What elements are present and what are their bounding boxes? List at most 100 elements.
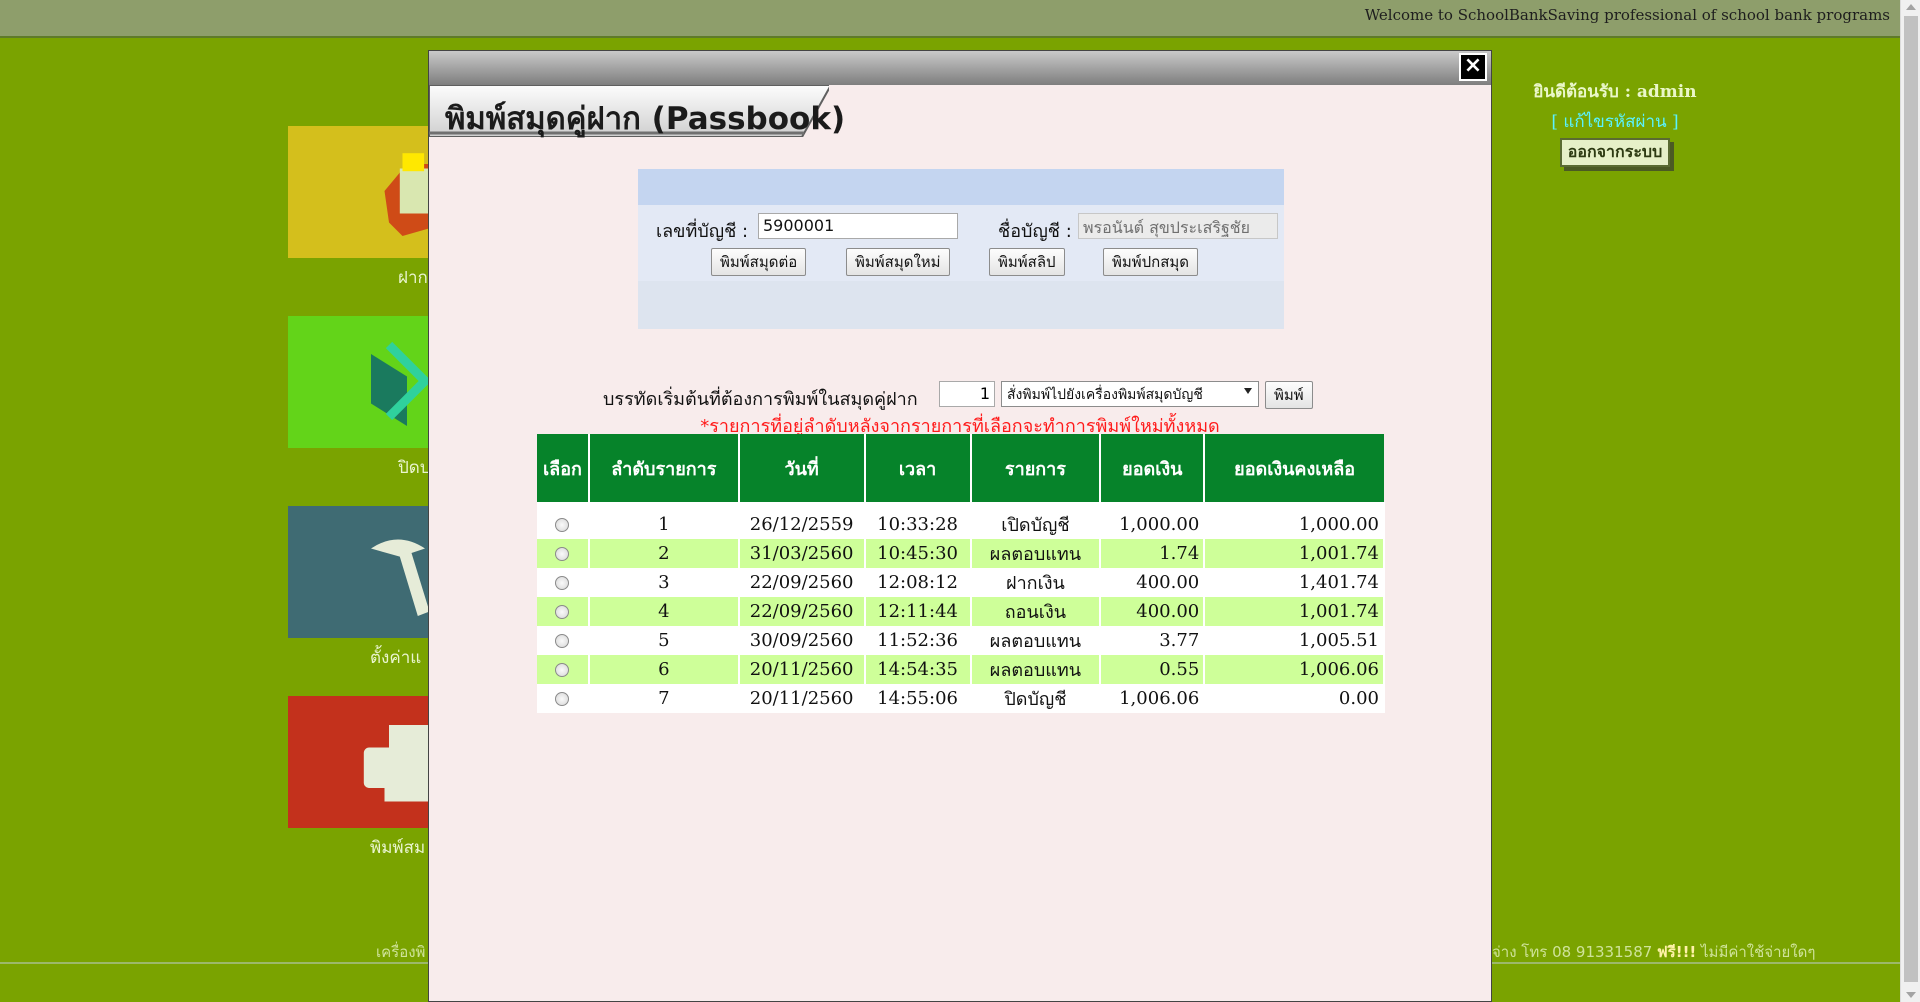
row-amount: 1,000.00 [1100,510,1206,539]
row-radio[interactable] [555,663,570,677]
header-amount: ยอดเงิน [1100,434,1206,502]
header-description: รายการ [970,434,1102,502]
footer-right-text: จ่าง โทร 08 91331587 ฟรี!!! ไม่มีค่าใช้จ… [1492,940,1815,964]
header-sequence: ลำดับรายการ [588,434,740,502]
row-radio[interactable] [555,547,570,561]
row-amount: 1.74 [1100,539,1206,568]
row-amount: 400.00 [1100,597,1206,626]
row-select-cell[interactable] [537,655,590,684]
menu-tile-settings[interactable] [288,506,438,638]
table-row[interactable]: 3 22/09/2560 12:08:12 ฝากเงิน 400.00 1,4… [537,568,1385,597]
table-row[interactable]: 7 20/11/2560 14:55:06 ปิดบัญชี 1,006.06 … [537,684,1385,713]
footer-contact: จ่าง โทร 08 91331587 [1492,943,1658,961]
row-description: ผลตอบแทน [970,539,1102,568]
row-date: 20/11/2560 [738,655,866,684]
footer-free: ฟรี!!! [1657,943,1697,961]
passbook-modal: × พิมพ์สมุดคู่ฝาก (Passbook) เลขที่บัญชี… [428,50,1492,1002]
print-slip-button[interactable]: พิมพ์สลิป [989,248,1065,276]
table-row[interactable]: 1 26/12/2559 10:33:28 เปิดบัญชี 1,000.00… [537,510,1385,539]
row-date: 20/11/2560 [738,684,866,713]
print-new-book-button[interactable]: พิมพ์สมุดใหม่ [846,248,950,276]
row-date: 31/03/2560 [738,539,866,568]
greeting: ยินดีต้อนรับ : admin [1533,82,1697,102]
money-bag-icon [384,153,434,236]
account-panel-header [638,169,1284,205]
page-scrollbar[interactable] [1900,0,1920,1002]
row-date: 30/09/2560 [738,626,866,655]
header-time: เวลา [864,434,972,502]
row-radio[interactable] [555,518,570,532]
table-row[interactable]: 6 20/11/2560 14:54:35 ผลตอบแทน 0.55 1,00… [537,655,1385,684]
menu-tile-settings-label: ตั้งค่าแ [370,648,422,668]
start-line-input[interactable]: 1 [939,381,995,407]
row-amount: 3.77 [1100,626,1206,655]
row-radio[interactable] [555,576,570,590]
scroll-thumb[interactable] [1904,16,1918,982]
table-row[interactable]: 2 31/03/2560 10:45:30 ผลตอบแทน 1.74 1,00… [537,539,1385,568]
account-panel-footer [638,281,1284,329]
modal-title: พิมพ์สมุดคู่ฝาก (Passbook) [445,101,846,137]
row-select-cell[interactable] [537,568,590,597]
modal-title-tab: พิมพ์สมุดคู่ฝาก (Passbook) [429,85,845,137]
account-row: เลขที่บัญชี : 5900001 ชื่อบัญชี : พรอนัน… [638,211,1284,242]
row-time: 10:33:28 [864,510,972,539]
row-balance: 1,000.00 [1204,510,1385,539]
close-icon[interactable]: × [1459,53,1487,81]
modal-header: × [429,51,1491,85]
row-select-cell[interactable] [537,626,590,655]
top-bar: Welcome to SchoolBankSaving professional… [0,0,1900,38]
row-sequence: 1 [588,510,740,539]
printer-select-value: สั่งพิมพ์ไปยังเครื่องพิมพ์สมุดบัญชี [1007,387,1203,403]
menu-tile-close-account[interactable] [288,316,438,448]
row-select-cell[interactable] [537,510,590,539]
table-row[interactable]: 5 30/09/2560 11:52:36 ผลตอบแทน 3.77 1,00… [537,626,1385,655]
row-select-cell[interactable] [537,539,590,568]
account-panel: เลขที่บัญชี : 5900001 ชื่อบัญชี : พรอนัน… [638,169,1284,329]
print-continue-book-button[interactable]: พิมพ์สมุดต่อ [711,248,807,276]
row-time: 11:52:36 [864,626,972,655]
row-sequence: 3 [588,568,740,597]
menu-tile-deposit-label: ฝาก [398,268,428,288]
row-select-cell[interactable] [537,684,590,713]
row-time: 12:11:44 [864,597,972,626]
transactions-table: เลือก ลำดับรายการ วันที่ เวลา รายการ ยอด… [537,434,1385,713]
logout-button[interactable]: ออกจากระบบ [1559,138,1671,167]
menu-tile-print-book[interactable] [288,696,438,828]
row-sequence: 4 [588,597,740,626]
row-radio[interactable] [555,634,570,648]
row-description: ผลตอบแทน [970,626,1102,655]
row-time: 10:45:30 [864,539,972,568]
account-number-label: เลขที่บัญชี : [656,221,749,242]
tools-icon [371,539,430,616]
menu-tile-deposit[interactable] [288,126,438,258]
chevron-down-icon [1244,388,1252,394]
account-number-input[interactable]: 5900001 [758,213,958,239]
table-row[interactable]: 4 22/09/2560 12:11:44 ถอนเงิน 400.00 1,0… [537,597,1385,626]
row-date: 26/12/2559 [738,510,866,539]
account-name-label: ชื่อบัญชี : [998,221,1072,242]
footer-left-text: เครื่องพิ [376,943,426,961]
row-time: 12:08:12 [864,568,972,597]
row-time: 14:55:06 [864,684,972,713]
print-cover-button[interactable]: พิมพ์ปกสมุด [1103,248,1199,276]
row-description: ฝากเงิน [970,568,1102,597]
row-amount: 1,006.06 [1100,684,1206,713]
row-select-cell[interactable] [537,597,590,626]
change-password-link[interactable]: [ แก้ไขรหัสผ่าน ] [1500,108,1730,135]
account-actions: พิมพ์สมุดต่อ พิมพ์สมุดใหม่ พิมพ์สลิป พิม… [638,248,1284,276]
row-radio[interactable] [555,692,570,706]
printer-icon [363,725,434,802]
scroll-down-icon[interactable] [1906,992,1916,998]
scroll-up-icon[interactable] [1906,4,1916,10]
book-arrow-icon [371,341,432,426]
row-radio[interactable] [555,605,570,619]
row-amount: 400.00 [1100,568,1206,597]
row-time: 14:54:35 [864,655,972,684]
print-options-row: บรรทัดเริ่มต้นที่ต้องการพิมพ์ในสมุดคู่ฝา… [429,379,1491,410]
row-description: ถอนเงิน [970,597,1102,626]
row-balance: 1,401.74 [1204,568,1385,597]
print-button[interactable]: พิมพ์ [1265,381,1313,409]
row-balance: 0.00 [1204,684,1385,713]
printer-select[interactable]: สั่งพิมพ์ไปยังเครื่องพิมพ์สมุดบัญชี [1001,381,1259,407]
header-select: เลือก [537,434,590,502]
